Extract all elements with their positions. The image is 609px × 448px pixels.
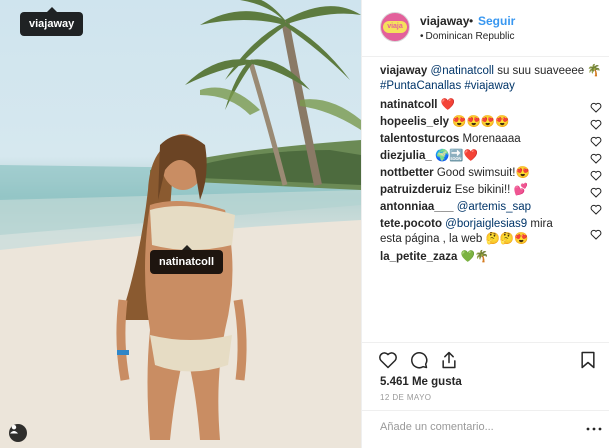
tag-label: viajaway bbox=[29, 18, 75, 30]
add-comment-bar bbox=[362, 410, 609, 448]
comment-text: Good swimsuit!😍 bbox=[433, 167, 530, 179]
location-bullet: • bbox=[420, 31, 424, 42]
comment-icon[interactable] bbox=[409, 350, 429, 370]
comment-username[interactable]: hopeelis_ely bbox=[380, 116, 449, 128]
user-tag-viajaway[interactable]: viajaway bbox=[20, 7, 84, 36]
more-options-icon[interactable] bbox=[586, 425, 602, 433]
tag-label: natinatcoll bbox=[159, 256, 215, 268]
comment-item: natinatcoll ❤️ bbox=[380, 98, 602, 115]
comment-text: ❤️ bbox=[437, 99, 456, 111]
comment-item: antonniaa___ @artemis_sap bbox=[380, 200, 602, 217]
comment-like-icon[interactable] bbox=[590, 100, 602, 115]
caption-username[interactable]: viajaway bbox=[380, 65, 427, 77]
header-username[interactable]: viajaway bbox=[420, 14, 469, 28]
comment-item: talentosturcos Morenaaaa bbox=[380, 132, 602, 149]
comment-text: 😍😍😍😍 bbox=[449, 116, 510, 128]
follow-button[interactable]: Seguir bbox=[478, 14, 515, 28]
comment-username[interactable]: nottbetter bbox=[380, 167, 434, 179]
comment-like-icon[interactable] bbox=[590, 134, 602, 149]
comment-username[interactable]: la_petite_zaza bbox=[380, 251, 457, 263]
person-icon bbox=[10, 425, 18, 434]
post-side-panel: viaja viajaway • Seguir • Dominican Repub… bbox=[361, 0, 609, 448]
caption-hashtags[interactable]: #PuntaCanallas #viajaway bbox=[380, 80, 515, 92]
comment-text: Ese bikini!! 💕 bbox=[451, 184, 528, 196]
location-text: Dominican Republic bbox=[425, 31, 515, 42]
header-separator: • bbox=[469, 14, 474, 28]
comment-like-icon[interactable] bbox=[590, 185, 602, 200]
post-photo[interactable]: viajaway natinatcoll bbox=[0, 0, 361, 448]
comment-username[interactable]: antonniaa___ bbox=[380, 201, 454, 213]
avatar[interactable]: viaja bbox=[380, 12, 410, 42]
post-date[interactable]: 12 DE MAYO bbox=[380, 393, 431, 402]
comment-username[interactable]: talentosturcos bbox=[380, 133, 459, 145]
comment-username[interactable]: tete.pocoto bbox=[380, 218, 442, 230]
caption-text: su suu suaveeee 🌴 bbox=[494, 65, 602, 77]
user-tag-natinatcoll[interactable]: natinatcoll bbox=[150, 245, 224, 274]
comment-text: 💚🌴 bbox=[457, 251, 490, 263]
tagged-users-button[interactable] bbox=[9, 424, 27, 442]
share-icon[interactable] bbox=[439, 350, 459, 370]
comments-list: viajaway @natinatcoll su suu suaveeee 🌴 … bbox=[380, 64, 602, 267]
comment-like-icon[interactable] bbox=[590, 151, 602, 166]
avatar-logo: viaja bbox=[383, 21, 407, 33]
comment-like-icon[interactable] bbox=[590, 168, 602, 183]
comment-text: 🌍🔜❤️ bbox=[431, 150, 478, 162]
caption-mention[interactable]: @natinatcoll bbox=[431, 65, 494, 77]
comment-item: hopeelis_ely 😍😍😍😍 bbox=[380, 115, 602, 132]
post-header: viaja viajaway • Seguir • Dominican Repub… bbox=[362, 0, 609, 57]
comment-item: tete.pocoto @borjaiglesias9 mira esta pá… bbox=[380, 217, 602, 250]
beach-scene bbox=[0, 0, 361, 448]
comment-like-icon[interactable] bbox=[590, 219, 602, 250]
comment-text: Morenaaaa bbox=[459, 133, 521, 145]
bookmark-icon[interactable] bbox=[578, 350, 598, 370]
comment-mention[interactable]: @borjaiglesias9 bbox=[442, 218, 527, 230]
comment-item: la_petite_zaza 💚🌴 bbox=[380, 250, 602, 267]
comment-like-icon[interactable] bbox=[590, 202, 602, 217]
comment-like-icon[interactable] bbox=[590, 117, 602, 132]
caption: viajaway @natinatcoll su suu suaveeee 🌴 … bbox=[380, 64, 602, 94]
comment-item: nottbetter Good swimsuit!😍 bbox=[380, 166, 602, 183]
comment-input[interactable] bbox=[380, 421, 580, 433]
likes-count[interactable]: 5.461 Me gusta bbox=[380, 376, 462, 388]
comment-item: patruizderuiz Ese bikini!! 💕 bbox=[380, 183, 602, 200]
post-actions bbox=[362, 342, 609, 374]
comment-username[interactable]: patruizderuiz bbox=[380, 184, 452, 196]
heart-icon[interactable] bbox=[378, 350, 398, 370]
location-link[interactable]: • Dominican Republic bbox=[420, 31, 514, 42]
comment-username[interactable]: diezjulia_ bbox=[380, 150, 432, 162]
comment-mention[interactable]: @artemis_sap bbox=[454, 201, 531, 213]
comment-item: diezjulia_ 🌍🔜❤️ bbox=[380, 149, 602, 166]
comment-username[interactable]: natinatcoll bbox=[380, 99, 438, 111]
